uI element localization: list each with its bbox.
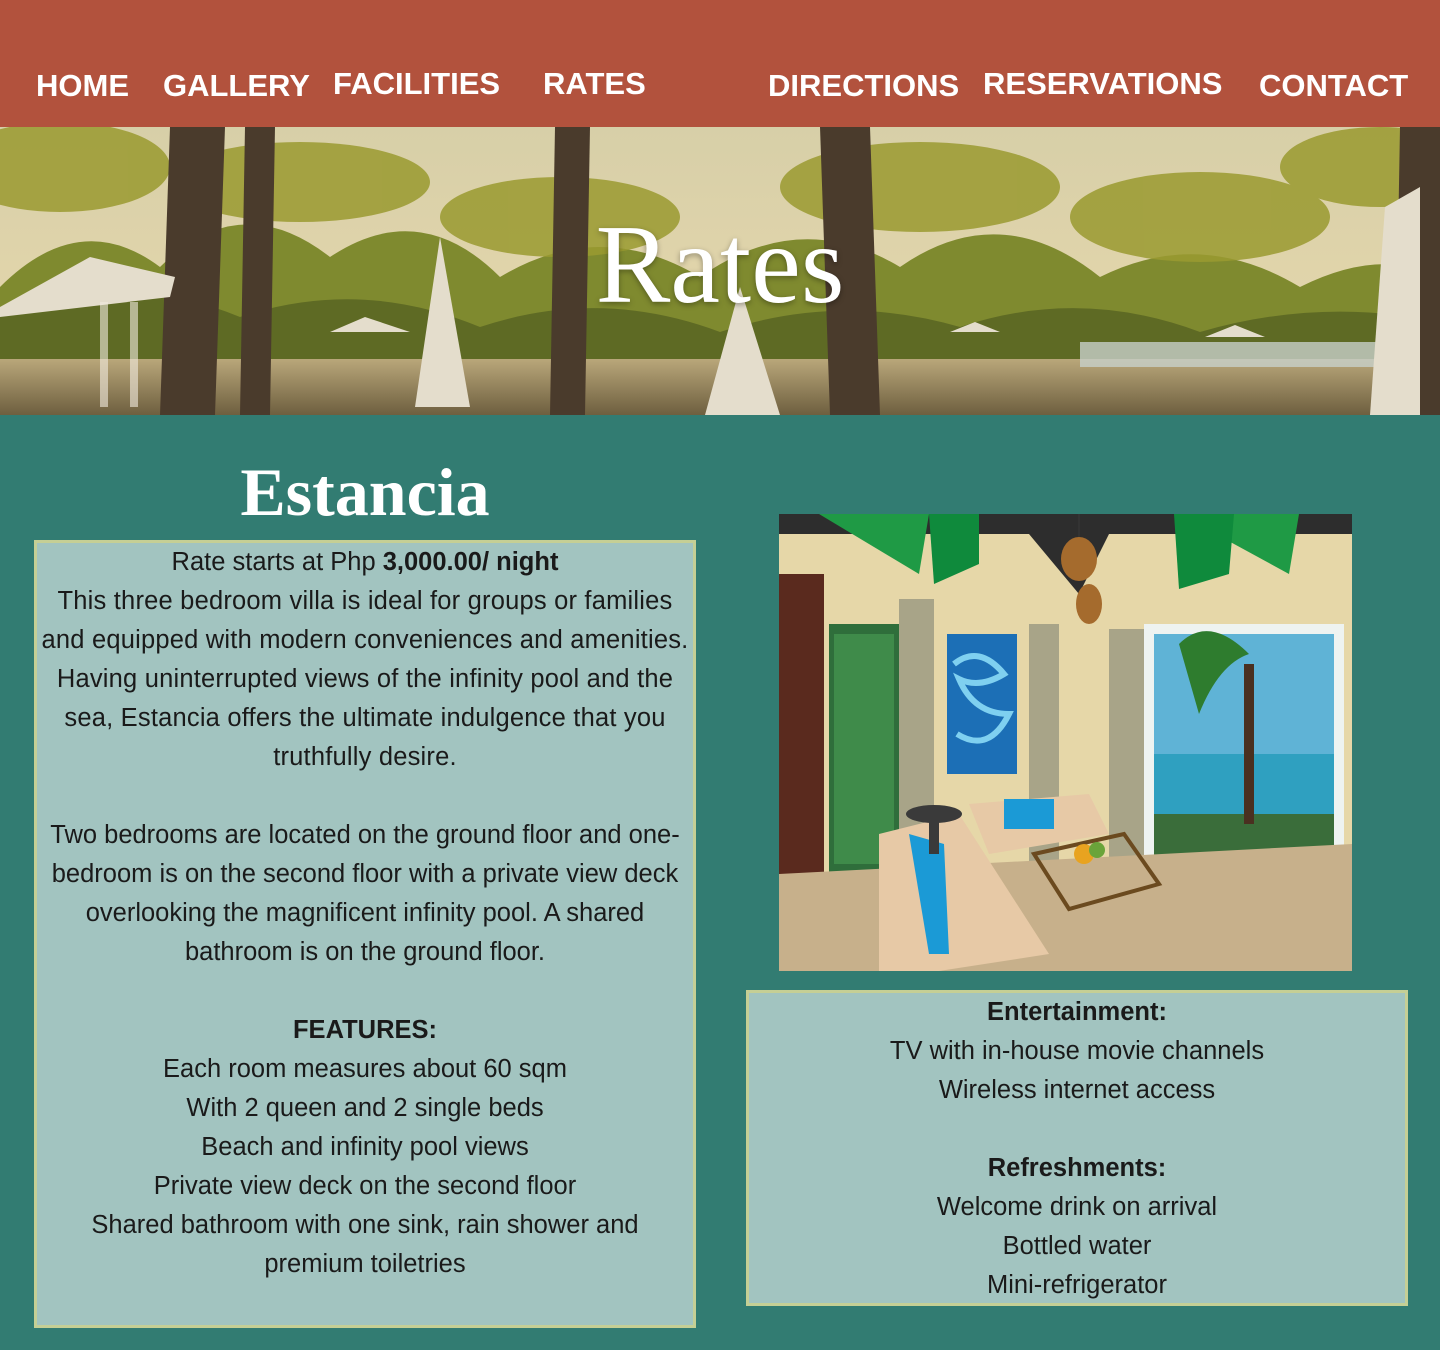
rate-line: Rate starts at Php 3,000.00/ night	[37, 543, 693, 582]
villa-description-2: Two bedrooms are located on the ground f…	[50, 821, 680, 966]
nav-home[interactable]: HOME	[36, 68, 129, 104]
refreshments-heading: Refreshments:	[987, 1154, 1167, 1182]
amenity-item: TV with in-house movie channels	[889, 1037, 1265, 1065]
villa-description-box: Rate starts at Php 3,000.00/ night This …	[34, 540, 696, 1328]
nav-reservations[interactable]: RESERVATIONS	[983, 66, 1222, 102]
amenity-item: Mini-refrigerator	[987, 1271, 1167, 1299]
nav-facilities[interactable]: FACILITIES	[333, 66, 500, 102]
amenity-item: Bottled water	[1002, 1232, 1152, 1260]
nav-contact[interactable]: CONTACT	[1259, 68, 1408, 104]
feature-item: Each room measures about 60 sqm	[163, 1055, 567, 1083]
feature-item: Beach and infinity pool views	[201, 1133, 529, 1161]
living-room-image	[779, 514, 1352, 971]
rate-prefix: Rate starts at Php	[171, 548, 383, 576]
feature-item: Shared bathroom with one sink, rain show…	[91, 1211, 639, 1278]
nav-directions[interactable]: DIRECTIONS	[768, 68, 959, 104]
villa-description: This three bedroom villa is ideal for gr…	[41, 587, 689, 771]
hero-banner: Rates	[0, 127, 1440, 415]
rate-value: 3,000.00/ night	[382, 548, 559, 576]
top-navigation: HOME GALLERY FACILITIES RATES DIRECTIONS…	[0, 0, 1440, 127]
amenity-item: Wireless internet access	[938, 1076, 1216, 1104]
nav-gallery[interactable]: GALLERY	[163, 68, 310, 104]
features-heading: FEATURES:	[292, 1016, 438, 1044]
villa-interior-photo	[779, 514, 1352, 971]
page-title: Rates	[595, 203, 845, 327]
feature-item: With 2 queen and 2 single beds	[186, 1094, 544, 1122]
nav-rates[interactable]: RATES	[543, 66, 646, 102]
feature-item: Private view deck on the second floor	[153, 1172, 577, 1200]
villa-name: Estancia	[240, 454, 490, 530]
amenity-item: Welcome drink on arrival	[936, 1193, 1218, 1221]
entertainment-heading: Entertainment:	[987, 998, 1167, 1026]
amenities-box: Entertainment: TV with in-house movie ch…	[746, 990, 1408, 1306]
